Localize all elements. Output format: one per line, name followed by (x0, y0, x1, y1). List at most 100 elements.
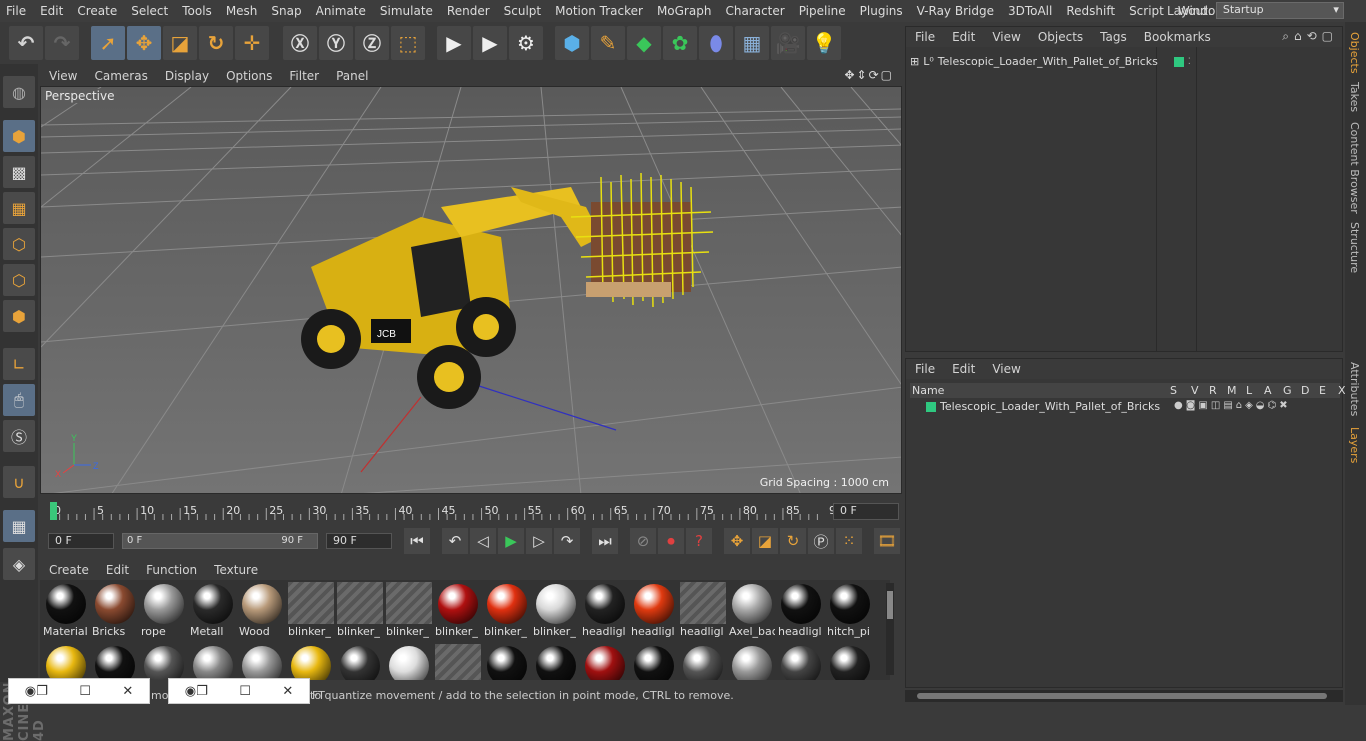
current-frame-field[interactable]: 0 F (833, 503, 899, 520)
layer-name[interactable]: Telescopic_Loader_With_Pallet_of_Bricks (940, 400, 1160, 413)
prev-frame-icon[interactable]: ◁ (470, 528, 496, 554)
material-swatch[interactable] (484, 644, 530, 680)
objects-menu-bookmarks[interactable]: Bookmarks (1135, 30, 1219, 44)
viewport-menu-cameras[interactable]: Cameras (85, 69, 155, 83)
side-tab-objects[interactable]: Objects (1348, 32, 1361, 74)
restore-icon[interactable]: ◉❐ (25, 684, 48, 699)
minimized-window-2[interactable]: ◉❐ ☐ ✕ (168, 678, 310, 704)
x-axis-icon[interactable]: Ⓧ (283, 26, 317, 60)
end-frame-field[interactable]: 90 F (326, 533, 392, 549)
material-swatch[interactable]: blinker_ (533, 582, 579, 638)
material-swatch[interactable] (141, 644, 187, 680)
material-swatch[interactable]: Metall (190, 582, 236, 638)
tweak-mode-icon[interactable]: 🖱 (3, 384, 35, 416)
menu-character[interactable]: Character (719, 4, 792, 18)
material-swatch[interactable] (239, 644, 285, 680)
make-editable-icon[interactable]: ◍ (3, 76, 35, 108)
visibility-dots-icon[interactable]: ⁚ (1188, 57, 1191, 67)
material-swatch[interactable] (435, 644, 481, 680)
layer-column-d[interactable]: D (1301, 384, 1309, 397)
go-to-start-icon[interactable]: ⏮ (404, 528, 430, 554)
maximize-icon[interactable]: ☐ (239, 684, 251, 699)
cloner-icon[interactable]: ✿ (663, 26, 697, 60)
next-frame-icon[interactable]: ▷ (526, 528, 552, 554)
material-swatch[interactable]: hitch_pi (827, 582, 873, 638)
objects-menu-view[interactable]: View (983, 30, 1028, 44)
material-scrollbar[interactable] (886, 583, 894, 675)
expand-icon[interactable]: ⊞ (910, 55, 919, 68)
layer-row[interactable]: Telescopic_Loader_With_Pallet_of_Bricks (926, 400, 1160, 413)
redo-icon[interactable]: ↷ (45, 26, 79, 60)
material-menu-create[interactable]: Create (40, 563, 97, 577)
key-param-icon[interactable]: Ⓟ (808, 528, 834, 554)
workplane-icon[interactable]: ▦ (3, 192, 35, 224)
material-swatch[interactable]: Axel_bac (729, 582, 775, 638)
layer-flag-icons[interactable]: ●◙▣◫▤⌂◈◒⌬✖ (1174, 400, 1291, 411)
polygons-mode-icon[interactable]: ⬢ (3, 300, 35, 332)
floor-icon[interactable]: ▦ (735, 26, 769, 60)
viewport-menu-view[interactable]: View (40, 69, 85, 83)
start-frame-field[interactable]: 0 F (48, 533, 114, 549)
texture-mode-icon[interactable]: ▩ (3, 156, 35, 188)
pen-icon[interactable]: ✎ (591, 26, 625, 60)
layer-column-name[interactable]: Name (912, 384, 944, 397)
render-settings-icon[interactable]: ⚙ (509, 26, 543, 60)
scale-icon[interactable]: ◪ (163, 26, 197, 60)
material-swatch[interactable]: Material (43, 582, 89, 638)
material-swatch[interactable]: headligl (680, 582, 726, 638)
viewport[interactable]: JCB Y Z X Perspective Grid Spacing : 100… (40, 86, 902, 494)
menu-animate[interactable]: Animate (310, 4, 374, 18)
material-swatch[interactable] (729, 644, 775, 680)
subdivision-icon[interactable]: ◆ (627, 26, 661, 60)
coord-system-icon[interactable]: ⬚ (391, 26, 425, 60)
material-swatch[interactable]: blinker_ (386, 582, 432, 638)
material-swatch[interactable] (533, 644, 579, 680)
material-menu-function[interactable]: Function (137, 563, 205, 577)
menu-plugins[interactable]: Plugins (854, 4, 911, 18)
timeline-ruler[interactable]: 051015202530354045505560657075808590 (50, 500, 843, 522)
key-scale-icon[interactable]: ◪ (752, 528, 778, 554)
material-swatch[interactable] (386, 644, 432, 680)
key-pla-icon[interactable]: ⁙ (836, 528, 862, 554)
viewport-menu-filter[interactable]: Filter (280, 69, 327, 83)
render-view-icon[interactable]: ▶ (437, 26, 471, 60)
menu-render[interactable]: Render (441, 4, 498, 18)
menu-redshift[interactable]: Redshift (1060, 4, 1123, 18)
light-icon[interactable]: 💡 (807, 26, 841, 60)
layers-menu-file[interactable]: File (906, 362, 943, 376)
layer-column-v[interactable]: V (1191, 384, 1199, 397)
material-swatch[interactable]: headligl (582, 582, 628, 638)
lock-workplane-icon[interactable]: ◈ (3, 548, 35, 580)
material-swatch[interactable] (337, 644, 383, 680)
menu-mesh[interactable]: Mesh (220, 4, 266, 18)
material-swatch[interactable] (582, 644, 628, 680)
maximize-icon[interactable]: ☐ (79, 684, 91, 699)
viewport-menu-display[interactable]: Display (156, 69, 217, 83)
menu-pipeline[interactable]: Pipeline (793, 4, 854, 18)
menu-script[interactable]: Script (1123, 4, 1172, 18)
record-off-icon[interactable]: ⊘ (630, 528, 656, 554)
menu-file[interactable]: File (0, 4, 34, 18)
layer-column-e[interactable]: E (1319, 384, 1326, 397)
material-swatch[interactable] (827, 644, 873, 680)
objects-menu-objects[interactable]: Objects (1029, 30, 1091, 44)
workplane-grid-icon[interactable]: ▦ (3, 510, 35, 542)
layer-column-m[interactable]: M (1227, 384, 1237, 397)
object-manager-tools[interactable]: ⌕⌂⟲▢ (1282, 29, 1338, 44)
object-name[interactable]: Telescopic_Loader_With_Pallet_of_Bricks (938, 55, 1158, 68)
material-swatch[interactable]: blinker_ (435, 582, 481, 638)
layer-column-l[interactable]: L (1246, 384, 1252, 397)
next-key-icon[interactable]: ↷ (554, 528, 580, 554)
go-to-end-icon[interactable]: ⏭ (592, 528, 618, 554)
snap-icon[interactable]: Ⓢ (3, 420, 35, 452)
layer-column-r[interactable]: R (1209, 384, 1217, 397)
material-swatch[interactable] (778, 644, 824, 680)
material-swatch[interactable] (680, 644, 726, 680)
z-axis-icon[interactable]: Ⓩ (355, 26, 389, 60)
menu-tools[interactable]: Tools (176, 4, 220, 18)
material-swatch[interactable]: headligl (778, 582, 824, 638)
menu-motion-tracker[interactable]: Motion Tracker (549, 4, 651, 18)
material-swatch[interactable] (43, 644, 89, 680)
material-swatch[interactable]: headligl (631, 582, 677, 638)
layer-scrollbar[interactable] (905, 690, 1343, 702)
